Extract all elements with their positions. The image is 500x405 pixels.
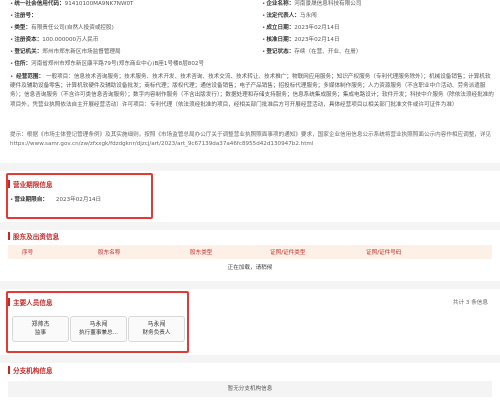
- capital-row: • 注册资本： 100.000000万人民币: [10, 37, 99, 43]
- section-marker: [8, 366, 10, 374]
- business-scope: • 经营范围： 一般项目：信息技术咨询服务；技术服务、技术开发、技术咨询、技术交…: [10, 74, 494, 108]
- bullet-icon: •: [262, 49, 266, 55]
- highlight-box-term: [6, 173, 153, 219]
- bullet-icon: •: [10, 1, 14, 7]
- company-name-row: • 企业名称： 河南景晟信息科技有限公司: [262, 1, 362, 7]
- bullet-icon: •: [262, 37, 266, 43]
- tip-text: 提示：根据《市场主体登记管理条例》及其实施细则，按照《市场监管总局办公厅关于调整…: [10, 132, 492, 147]
- type-row: • 类型： 有限责任公司(自然人投资或控股): [10, 25, 114, 31]
- established-row: • 成立日期： 2023年02月14日: [262, 25, 340, 31]
- approval-date-row: • 核准日期： 2023年02月14日: [262, 37, 340, 43]
- bullet-icon: •: [262, 25, 266, 31]
- section-divider: [0, 281, 500, 289]
- loading-text: 正在加载，请稍候: [227, 265, 273, 271]
- address-row: • 住所： 河南省郑州市郑东新区康平路79号(郑东商业中心)B座1号楼8层802…: [10, 61, 205, 67]
- shareholder-table-header: 序号 股东名称 股东类型 证照/证件类型 证照/证件号码: [8, 245, 492, 259]
- bullet-icon: •: [10, 25, 14, 31]
- bullet-icon: •: [10, 13, 14, 19]
- bullet-icon: •: [10, 74, 14, 80]
- section-marker: [8, 232, 10, 240]
- reg-no-row: • 注册号：: [10, 13, 37, 19]
- status-row: • 登记状态： 存续（在营、开业、在册）: [262, 49, 362, 55]
- shareholder-section-header: 股东及出资信息: [8, 229, 59, 243]
- credit-code-row: • 统一社会信用代码： 91410100MA9NK7NW0T: [10, 1, 134, 7]
- bullet-icon: •: [10, 49, 14, 55]
- section-divider: [0, 222, 500, 230]
- bullet-icon: •: [262, 13, 266, 19]
- bullet-icon: •: [10, 37, 14, 43]
- company-detail-page: • 统一社会信用代码： 91410100MA9NK7NW0T • 企业名称： 河…: [0, 0, 500, 405]
- authority-row: • 登记机关： 郑州市郑东新区市场监督管理局: [10, 49, 121, 55]
- section-divider: [0, 355, 500, 363]
- legal-rep-row: • 法定代表人： 马永闯: [262, 13, 317, 19]
- bullet-icon: •: [10, 61, 14, 67]
- branches-empty: 暂无分支机构信息: [8, 381, 492, 397]
- section-divider: [0, 163, 500, 171]
- branch-section-header: 分支机构信息: [8, 363, 53, 377]
- highlight-box-personnel: [6, 291, 189, 353]
- bullet-icon: •: [262, 1, 266, 7]
- personnel-count: 共计 3 条信息: [452, 300, 488, 306]
